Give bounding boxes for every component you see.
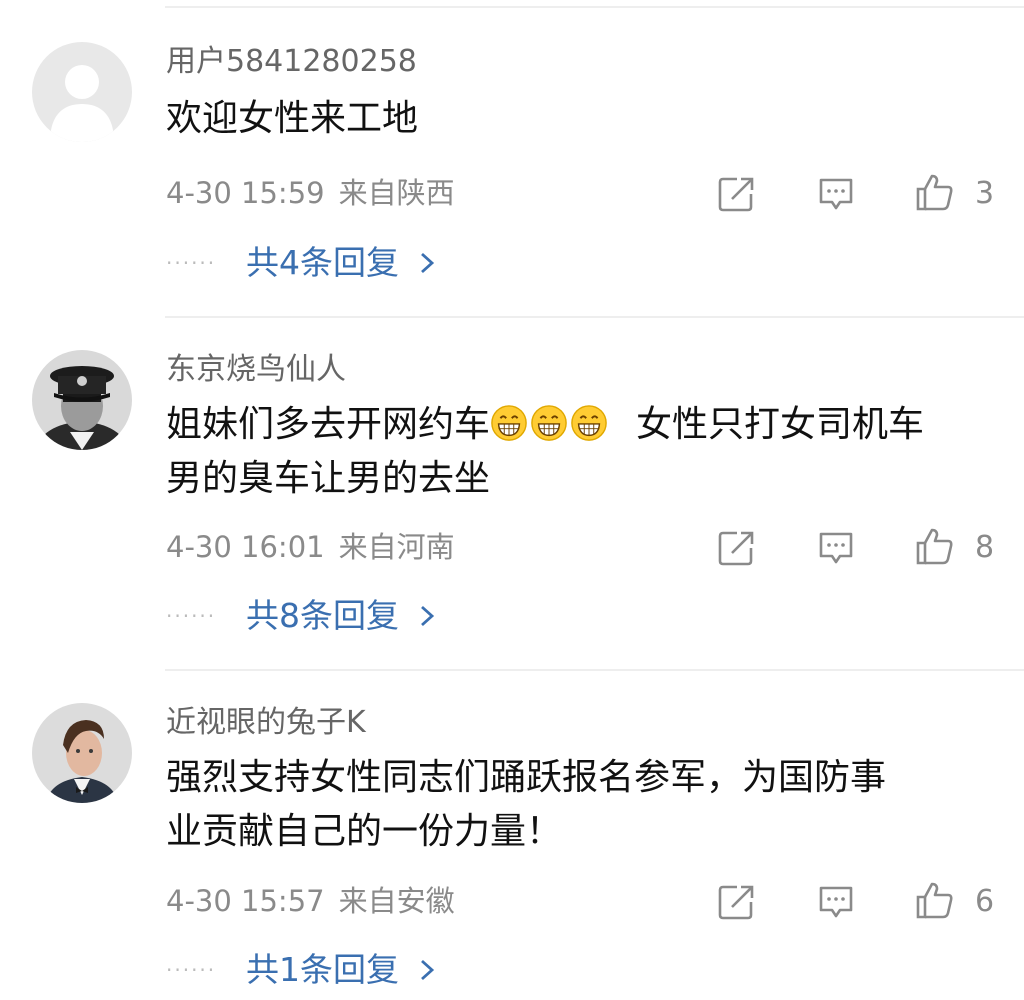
like-count: 8 [975, 530, 995, 565]
divider [165, 6, 1024, 8]
reply-count-link[interactable]: 共8条回复 [246, 596, 399, 635]
comment-text-part: 强烈支持女性同志们踊跃报名参军，为国防事 [166, 757, 887, 798]
like-count: 6 [975, 884, 995, 919]
comment-icon[interactable] [816, 528, 856, 568]
comment-text: 强烈支持女性同志们踊跃报名参军，为国防事 业贡献自己的一份力量！ [166, 751, 996, 859]
dots-icon: ······ [166, 958, 217, 982]
grin-emoji-icon [531, 405, 567, 441]
chevron-right-icon [421, 959, 435, 981]
username[interactable]: 近视眼的兔子K [166, 703, 366, 743]
comment-meta: 4-30 16:01 来自河南 [166, 527, 455, 567]
officer-photo-avatar-icon [32, 350, 132, 450]
comment-text-part: 业贡献自己的一份力量！ [166, 811, 563, 852]
avatar[interactable] [32, 703, 132, 803]
comment-text-part: 男的臭车让男的去坐 [166, 458, 491, 499]
comment-text: 姐妹们多去开网约车 女性只打女司机车男的臭车让男的去坐 [166, 398, 996, 506]
username[interactable]: 东京烧鸟仙人 [166, 350, 346, 390]
location: 来自陕西 [338, 176, 455, 210]
comment-text-part: 姐妹们多去开网约车 [166, 404, 491, 445]
avatar[interactable] [32, 42, 132, 142]
portrait-photo-avatar-icon [32, 703, 132, 803]
comment-icon[interactable] [816, 174, 856, 214]
divider [165, 316, 1024, 318]
share-icon[interactable] [716, 882, 756, 922]
divider [165, 669, 1024, 671]
avatar[interactable] [32, 350, 132, 450]
grin-emoji-icon [491, 405, 527, 441]
share-icon[interactable] [716, 528, 756, 568]
comment-text: 欢迎女性来工地 [166, 98, 419, 139]
dots-icon: ······ [166, 604, 217, 628]
timestamp: 4-30 15:57 [166, 884, 325, 918]
grin-emoji-icon [571, 405, 607, 441]
comment-feed: 用户5841280258 欢迎女性来工地 4-30 15:59 来自陕西 3 ··… [0, 0, 1024, 1000]
username[interactable]: 用户5841280258 [166, 42, 417, 82]
reply-count-link[interactable]: 共4条回复 [246, 243, 399, 282]
view-replies[interactable]: ······ 共1条回复 [166, 950, 437, 990]
chevron-right-icon [421, 605, 435, 627]
chevron-right-icon [421, 252, 435, 274]
default-user-avatar-icon [32, 42, 132, 142]
comment-meta: 4-30 15:59 来自陕西 [166, 173, 455, 213]
view-replies[interactable]: ······ 共8条回复 [166, 596, 437, 636]
location: 来自安徽 [338, 884, 455, 918]
reply-count-link[interactable]: 共1条回复 [246, 950, 399, 989]
thumbs-up-icon[interactable] [914, 172, 954, 212]
timestamp: 4-30 15:59 [166, 176, 325, 210]
timestamp: 4-30 16:01 [166, 530, 325, 564]
share-icon[interactable] [716, 174, 756, 214]
like-count: 3 [975, 176, 995, 211]
thumbs-up-icon[interactable] [914, 880, 954, 920]
dots-icon: ······ [166, 251, 217, 275]
view-replies[interactable]: ······ 共4条回复 [166, 243, 437, 283]
thumbs-up-icon[interactable] [914, 526, 954, 566]
location: 来自河南 [338, 530, 455, 564]
comment-meta: 4-30 15:57 来自安徽 [166, 881, 455, 921]
comment-icon[interactable] [816, 882, 856, 922]
comment-text-part: 女性只打女司机车 [636, 404, 925, 445]
